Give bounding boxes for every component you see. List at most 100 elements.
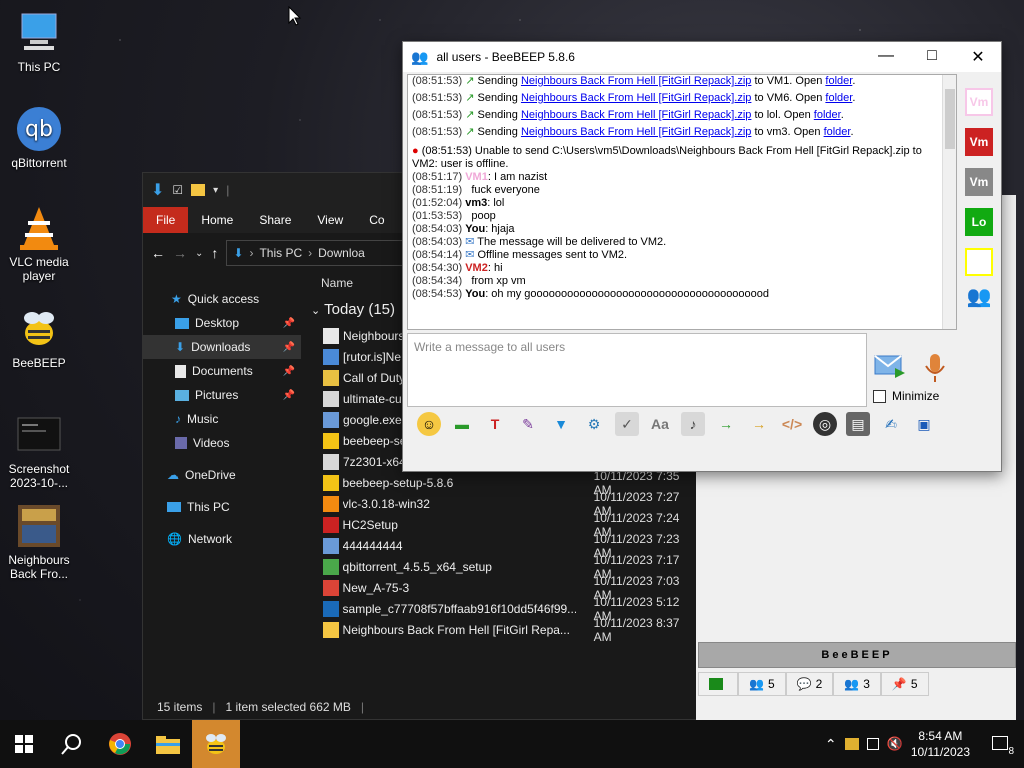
clear-chat-icon[interactable]: ▬: [450, 412, 474, 436]
tab-share[interactable]: Share: [246, 207, 304, 233]
folder-icon[interactable]: [191, 184, 206, 196]
user-avatar-vm1[interactable]: Vm: [965, 88, 993, 116]
tab-groups[interactable]: 👥 3: [833, 672, 881, 696]
forward-arrow-icon[interactable]: →: [173, 245, 187, 261]
network-icon: 🌐: [167, 532, 182, 546]
quick-access-dropdown-icon[interactable]: ▾: [213, 185, 218, 196]
taskbar-beebeep[interactable]: [192, 720, 240, 768]
folder-link[interactable]: folder: [814, 109, 841, 121]
tab-file[interactable]: File: [143, 207, 189, 233]
taskbar-file-explorer[interactable]: [144, 720, 192, 768]
sender-name: VM1: [465, 171, 488, 183]
search-button[interactable]: [48, 720, 96, 768]
filter-icon[interactable]: ▼: [549, 412, 573, 436]
sound-notification-icon[interactable]: ♪: [681, 412, 705, 436]
breadcrumb-this-pc[interactable]: This PC: [259, 246, 302, 260]
desktop-icon-screenshot[interactable]: Screenshot 2023-10-...: [4, 412, 74, 490]
start-button[interactable]: [0, 720, 48, 768]
minimize-window-button[interactable]: —: [863, 47, 909, 67]
nav-downloads[interactable]: ⬇ Downloads 📌: [143, 335, 301, 359]
tab-network[interactable]: 📌 5: [880, 672, 929, 696]
clock[interactable]: 8:54 AM 10/11/2023: [911, 728, 970, 760]
microphone-button[interactable]: [923, 352, 947, 384]
minimize-option[interactable]: Minimize: [873, 389, 939, 403]
tab-users[interactable]: 👥 5: [738, 672, 786, 696]
nav-quick-access[interactable]: ★ Quick access: [143, 287, 301, 311]
settings-gear-icon[interactable]: ⚙: [582, 412, 606, 436]
breadcrumb-downloads[interactable]: Downloa: [318, 246, 365, 260]
timestamp: (08:51:53): [412, 75, 463, 87]
desktop-icon-vlc[interactable]: VLC media player: [4, 205, 74, 283]
desktop-icon-neighbours[interactable]: Neighbours Back Fro...: [4, 503, 74, 581]
pin-icon: 📌: [282, 389, 295, 401]
chat-text: to vm3. Open: [751, 126, 824, 138]
completer-icon[interactable]: Aa: [648, 412, 672, 436]
folder-link[interactable]: folder: [825, 92, 852, 104]
folder-link[interactable]: folder: [824, 126, 851, 138]
nav-this-pc[interactable]: This PC: [143, 495, 301, 519]
properties-icon[interactable]: ☑: [172, 183, 183, 197]
edit-note-icon[interactable]: ✍: [879, 412, 903, 436]
chat-message: (08:54:53) You: oh my gooooooooooooooooo…: [408, 288, 956, 301]
show-hidden-icons-icon[interactable]: ⌃: [825, 736, 837, 753]
nav-desktop[interactable]: Desktop 📌: [143, 311, 301, 335]
user-avatar-vm3[interactable]: Vm: [965, 168, 993, 196]
recent-locations-icon[interactable]: ⌄: [195, 248, 203, 259]
file-transfer-icon: ↗: [465, 75, 475, 87]
network-tray-icon[interactable]: [866, 738, 879, 750]
nav-videos[interactable]: Videos: [143, 431, 301, 455]
volume-muted-icon[interactable]: 🔇: [887, 736, 903, 752]
user-avatar-vm2[interactable]: Vm: [965, 128, 993, 156]
user-avatar-empty[interactable]: [965, 248, 993, 276]
chat-scrollbar[interactable]: [942, 75, 956, 329]
font-icon[interactable]: T: [483, 412, 507, 436]
taskbar-chrome[interactable]: [96, 720, 144, 768]
chat-history[interactable]: (08:51:53) ↗ Sending Neighbours Back Fro…: [407, 74, 957, 330]
tab-view[interactable]: View: [304, 207, 356, 233]
folder-share-icon[interactable]: ▤: [846, 412, 870, 436]
message-input[interactable]: Write a message to all users: [407, 333, 867, 407]
close-window-button[interactable]: ✕: [955, 47, 1001, 67]
nav-pictures[interactable]: Pictures 📌: [143, 383, 301, 407]
file-link[interactable]: Neighbours Back From Hell [FitGirl Repac…: [521, 92, 751, 104]
tab-home-status[interactable]: [698, 672, 738, 696]
users-group-icon[interactable]: 👥: [961, 284, 997, 309]
notifications-button[interactable]: 8: [992, 733, 1014, 757]
beebeep-tray-icon[interactable]: [844, 738, 859, 750]
emoticon-icon[interactable]: ☺: [417, 412, 441, 436]
up-arrow-icon[interactable]: ↑: [211, 245, 218, 261]
desktop-icon-this-pc[interactable]: This PC: [4, 10, 74, 74]
file-link[interactable]: Neighbours Back From Hell [FitGirl Repac…: [521, 109, 751, 121]
file-link[interactable]: Neighbours Back From Hell [FitGirl Repac…: [521, 126, 751, 138]
spellcheck-icon[interactable]: ✓: [615, 412, 639, 436]
file-row[interactable]: Neighbours Back From Hell [FitGirl Repa.…: [303, 616, 697, 644]
tab-compress[interactable]: Co: [356, 207, 397, 233]
pictures-icon: [175, 389, 189, 401]
send-message-button[interactable]: [873, 352, 907, 380]
windows-logo-icon: [15, 735, 33, 753]
folder-link[interactable]: folder: [825, 75, 852, 87]
file-link[interactable]: Neighbours Back From Hell [FitGirl Repac…: [521, 75, 751, 87]
back-arrow-icon[interactable]: ←: [151, 245, 165, 261]
taskbar: ⌃ 🔇 8:54 AM 10/11/2023 8: [0, 720, 1024, 768]
user-avatar-lol[interactable]: Lo: [965, 208, 993, 236]
send-file-icon[interactable]: →: [747, 412, 771, 436]
timestamp: (08:54:03): [412, 223, 463, 235]
maximize-window-button[interactable]: □: [909, 47, 955, 67]
screenshot-icon[interactable]: ◎: [813, 412, 837, 436]
save-disk-icon[interactable]: ▣: [912, 412, 936, 436]
color-palette-icon[interactable]: ✎: [516, 412, 540, 436]
nav-music[interactable]: ♪ Music: [143, 407, 301, 431]
nav-onedrive[interactable]: ☁ OneDrive: [143, 463, 301, 487]
nav-documents[interactable]: Documents 📌: [143, 359, 301, 383]
tab-home[interactable]: Home: [188, 207, 246, 233]
sender-name: vm3: [465, 197, 488, 209]
html-code-icon[interactable]: </>: [780, 412, 804, 436]
nav-network[interactable]: 🌐 Network: [143, 527, 301, 551]
file-name: 444444444: [342, 538, 403, 553]
minimize-checkbox[interactable]: [873, 389, 886, 403]
desktop-icon-qbittorrent[interactable]: qb qBittorrent: [4, 106, 74, 170]
desktop-icon-beebeep[interactable]: BeeBEEP: [4, 306, 74, 370]
tab-chats[interactable]: 💬 2: [785, 672, 834, 696]
save-chat-icon[interactable]: →: [714, 412, 738, 436]
